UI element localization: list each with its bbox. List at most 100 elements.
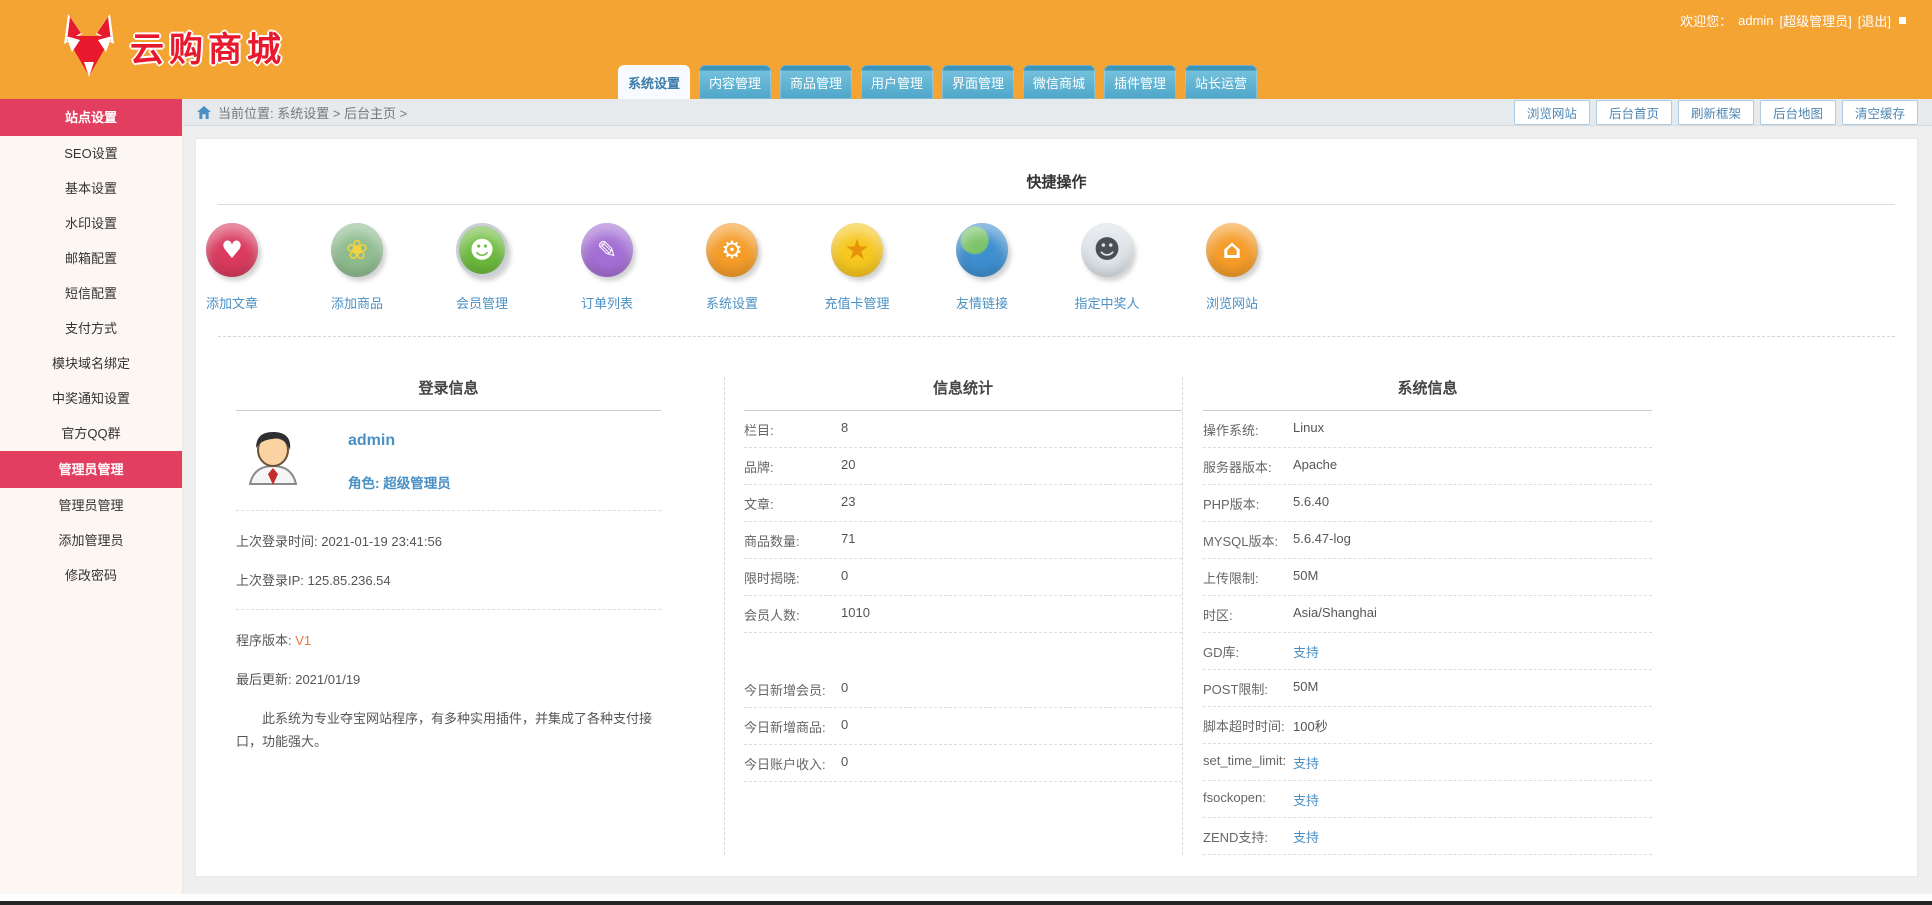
sys-value: 100秒 bbox=[1293, 719, 1328, 734]
sidebar-item-watermark-settings[interactable]: 水印设置 bbox=[0, 206, 182, 241]
sidebar-item-basic-settings[interactable]: 基本设置 bbox=[0, 171, 182, 206]
dashed-divider bbox=[236, 510, 661, 511]
sidebar-item-change-password[interactable]: 修改密码 bbox=[0, 558, 182, 593]
quickop-label: 指定中奖人 bbox=[1074, 296, 1140, 311]
sys-row-upload-limit: 上传限制: 50M bbox=[1203, 559, 1652, 596]
stats-panel-title: 信息统计 bbox=[744, 377, 1182, 411]
admin-sitemap-button[interactable]: 后台地图 bbox=[1759, 99, 1836, 125]
footer-strip bbox=[0, 894, 1932, 901]
fox-logo-icon bbox=[64, 14, 114, 77]
birdhouse-icon: ⌂ bbox=[1206, 223, 1258, 277]
sys-row-timezone: 时区: Asia/Shanghai bbox=[1203, 596, 1652, 633]
sys-row-post-limit: POST限制: 50M bbox=[1203, 670, 1652, 707]
quickop-label: 友情链接 bbox=[955, 296, 1008, 311]
sidebar-item-seo-settings[interactable]: SEO设置 bbox=[0, 136, 182, 171]
house-glyph: ⌂ bbox=[1222, 235, 1242, 265]
logout-link[interactable]: [退出] bbox=[1858, 11, 1891, 30]
login-info-panel: 登录信息 admin 角色: 超级管理员 上次登录时间: 2021-01-19 … bbox=[236, 377, 661, 855]
breadcrumb: 当前位置: 系统设置 > 后台主页 > bbox=[218, 105, 408, 121]
stat-row-timed-reveal: 限时揭晓: 0 bbox=[744, 559, 1182, 596]
sidebar-item-add-admin[interactable]: 添加管理员 bbox=[0, 523, 182, 558]
tab-content-management[interactable]: 内容管理 bbox=[699, 65, 771, 99]
main-nav-tabs: 系统设置 内容管理 商品管理 用户管理 界面管理 微信商城 插件管理 站长运营 bbox=[618, 65, 1257, 99]
sys-row-gd: GD库: 支持 bbox=[1203, 633, 1652, 670]
tab-webmaster-operations[interactable]: 站长运营 bbox=[1185, 65, 1257, 99]
dashed-divider bbox=[218, 336, 1895, 337]
stat-row-today-new-products: 今日新增商品: 0 bbox=[744, 708, 1182, 745]
stat-value: 0 bbox=[841, 717, 849, 732]
sidebar-item-winning-notice-settings[interactable]: 中奖通知设置 bbox=[0, 381, 182, 416]
clear-cache-button[interactable]: 清空缓存 bbox=[1841, 99, 1918, 125]
quickop-member-management[interactable]: ☻ 会员管理 bbox=[446, 223, 571, 312]
sys-label: POST限制: bbox=[1203, 682, 1269, 697]
profile-username-link[interactable]: admin bbox=[348, 432, 451, 450]
main-content-area: 当前位置: 系统设置 > 后台主页 > 浏览网站 后台首页 刷新框架 后台地图 … bbox=[183, 99, 1932, 894]
quickop-friend-links[interactable]: 友情链接 bbox=[946, 223, 1071, 312]
sys-value-link[interactable]: 支持 bbox=[1293, 642, 1319, 661]
sys-value-link[interactable]: 支持 bbox=[1293, 790, 1319, 809]
quickop-add-article[interactable]: ♥ 添加文章 bbox=[196, 223, 321, 312]
last-login-ip: 上次登录IP: 125.85.236.54 bbox=[236, 573, 391, 588]
globe-link-icon bbox=[956, 223, 1008, 277]
tab-system-settings[interactable]: 系统设置 bbox=[618, 65, 690, 99]
person-glyph: ☻ bbox=[1093, 235, 1121, 265]
system-description: 此系统为专业夺宝网站程序，有多种实用插件，并集成了各种支付接口，功能强大。 bbox=[236, 711, 653, 749]
admin-home-button[interactable]: 后台首页 bbox=[1595, 99, 1672, 125]
stat-row-categories: 栏目: 8 bbox=[744, 411, 1182, 448]
quickop-system-settings[interactable]: ⚙ 系统设置 bbox=[696, 223, 821, 312]
welcome-role-badge: [超级管理员] bbox=[1779, 14, 1852, 29]
quickop-designate-winner[interactable]: ☻ 指定中奖人 bbox=[1071, 223, 1196, 312]
logo-text: 云购商城 bbox=[130, 30, 286, 69]
sys-value: 5.6.40 bbox=[1293, 494, 1330, 509]
orders-notepad-icon: ✎ bbox=[581, 223, 633, 277]
stat-label: 栏目: bbox=[744, 423, 774, 438]
quickop-label: 系统设置 bbox=[705, 296, 758, 311]
sys-row-os: 操作系统: Linux bbox=[1203, 411, 1652, 448]
tab-wechat-mall[interactable]: 微信商城 bbox=[1023, 65, 1095, 99]
sys-value-link[interactable]: 支持 bbox=[1293, 827, 1319, 846]
members-icon: ☻ bbox=[456, 223, 508, 277]
sys-row-set-time-limit: set_time_limit: 支持 bbox=[1203, 744, 1652, 781]
sys-value: Linux bbox=[1293, 420, 1325, 435]
missing-glyph-square bbox=[1899, 17, 1906, 24]
tab-interface-management[interactable]: 界面管理 bbox=[942, 65, 1014, 99]
stat-label: 今日新增商品: bbox=[744, 720, 826, 735]
refresh-frame-button[interactable]: 刷新框架 bbox=[1677, 99, 1754, 125]
stat-label: 今日账户收入: bbox=[744, 757, 826, 772]
info-columns: 登录信息 admin 角色: 超级管理员 上次登录时间: 2021-01-19 … bbox=[196, 377, 1917, 855]
sidebar-item-official-qq-group[interactable]: 官方QQ群 bbox=[0, 416, 182, 451]
sys-label: 操作系统: bbox=[1203, 423, 1259, 438]
pencil-glyph: ✎ bbox=[596, 236, 618, 264]
quickop-order-list[interactable]: ✎ 订单列表 bbox=[571, 223, 696, 312]
stats-panel: 信息统计 栏目: 8 品牌: 20 文章: 23 商品数量: 71 限时揭晓: 0 会员人… bbox=[724, 377, 1182, 855]
sys-label: 时区: bbox=[1203, 608, 1233, 623]
profile-block: admin 角色: 超级管理员 bbox=[236, 411, 661, 494]
browse-site-button[interactable]: 浏览网站 bbox=[1513, 99, 1590, 125]
sidebar-item-payment-methods[interactable]: 支付方式 bbox=[0, 311, 182, 346]
sidebar-item-email-config[interactable]: 邮箱配置 bbox=[0, 241, 182, 276]
quickop-browse-site[interactable]: ⌂ 浏览网站 bbox=[1196, 223, 1321, 312]
tab-product-management[interactable]: 商品管理 bbox=[780, 65, 852, 99]
sidebar-item-admin-management-header[interactable]: 管理员管理 bbox=[0, 451, 182, 488]
top-toolbar: 浏览网站 后台首页 刷新框架 后台地图 清空缓存 bbox=[1513, 99, 1918, 125]
sys-value-link[interactable]: 支持 bbox=[1293, 753, 1319, 772]
tab-user-management[interactable]: 用户管理 bbox=[861, 65, 933, 99]
sidebar-item-module-domain-binding[interactable]: 模块域名绑定 bbox=[0, 346, 182, 381]
footer-edge bbox=[0, 901, 1932, 905]
sidebar-item-site-settings[interactable]: 站点设置 bbox=[0, 99, 182, 136]
sidebar-item-sms-config[interactable]: 短信配置 bbox=[0, 276, 182, 311]
version-label: 程序版本: bbox=[236, 633, 296, 648]
sys-label: 脚本超时时间: bbox=[1203, 719, 1285, 734]
site-logo: 云购商城 bbox=[62, 14, 286, 78]
sidebar-item-admin-management[interactable]: 管理员管理 bbox=[0, 488, 182, 523]
sys-value: 50M bbox=[1293, 679, 1319, 694]
stat-row-today-income: 今日账户收入: 0 bbox=[744, 745, 1182, 782]
quickop-label: 充值卡管理 bbox=[824, 296, 890, 311]
stat-value: 1010 bbox=[841, 605, 870, 620]
quickop-recharge-card[interactable]: ★ 充值卡管理 bbox=[821, 223, 946, 312]
home-icon bbox=[197, 105, 211, 119]
sys-row-php: PHP版本: 5.6.40 bbox=[1203, 485, 1652, 522]
gold-coin-icon: ★ bbox=[831, 223, 883, 277]
tab-plugin-management[interactable]: 插件管理 bbox=[1104, 65, 1176, 99]
quickop-add-product[interactable]: ❀ 添加商品 bbox=[321, 223, 446, 312]
